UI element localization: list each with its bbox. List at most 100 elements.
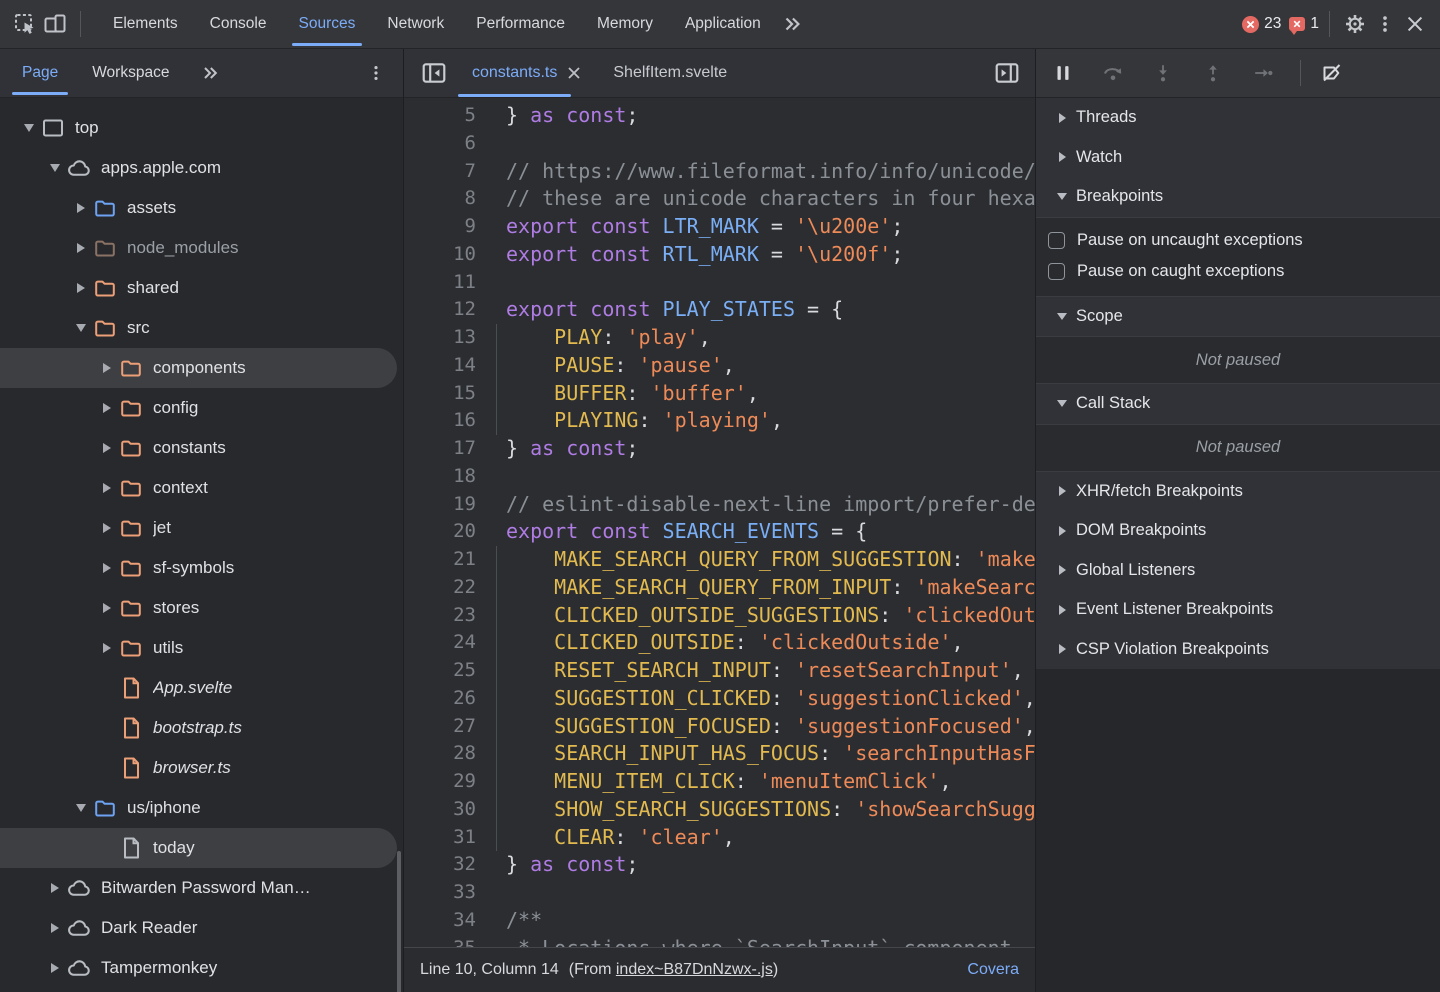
chevron-down-icon[interactable] [70,324,92,332]
line-number[interactable]: 15 [404,380,492,408]
code-line-6[interactable]: 6 [404,130,1035,158]
editor-tab-shelfitem.svelte[interactable]: ShelfItem.svelte [597,49,743,97]
chevron-right-icon[interactable] [96,483,118,493]
line-number[interactable]: 34 [404,907,492,935]
tab-elements[interactable]: Elements [100,0,191,48]
code-line-33[interactable]: 33 [404,879,1035,907]
tree-item-components[interactable]: components [0,348,397,388]
line-number[interactable]: 21 [404,546,492,574]
code-line-13[interactable]: 13 PLAY: 'play', [404,324,1035,352]
line-number[interactable]: 25 [404,657,492,685]
section-call-stack[interactable]: Call Stack [1036,384,1440,424]
tree-item-dark-reader[interactable]: Dark Reader [0,908,403,948]
line-number[interactable]: 27 [404,713,492,741]
line-number[interactable]: 20 [404,518,492,546]
code-line-7[interactable]: 7 // https://www.fileformat.info/info/uni… [404,158,1035,186]
editor-tab-constants.ts[interactable]: constants.ts [456,49,597,97]
navigator-tab-page[interactable]: Page [12,49,69,97]
chevron-right-icon[interactable] [44,923,66,933]
section-csp-violation-breakpoints[interactable]: CSP Violation Breakpoints [1036,629,1440,669]
coverage-link[interactable]: Covera [967,961,1019,979]
code-line-29[interactable]: 29 MENU_ITEM_CLICK: 'menuItemClick', [404,768,1035,796]
code-line-19[interactable]: 19 // eslint-disable-next-line import/pre… [404,491,1035,519]
line-number[interactable]: 24 [404,629,492,657]
navigator-tab-workspace[interactable]: Workspace [82,49,179,97]
chevron-right-icon[interactable] [1050,152,1074,163]
line-number[interactable]: 13 [404,324,492,352]
line-number[interactable]: 31 [404,824,492,852]
step-into-icon[interactable] [1150,60,1176,86]
line-number[interactable]: 22 [404,574,492,602]
code-line-31[interactable]: 31 CLEAR: 'clear', [404,823,1035,852]
line-number[interactable]: 28 [404,740,492,768]
tree-item-config[interactable]: config [0,388,403,428]
navigator-kebab-icon[interactable] [361,58,391,88]
chevron-down-icon[interactable] [70,804,92,812]
line-number[interactable]: 5 [404,102,492,130]
tree-item-bitwarden-password-man-[interactable]: Bitwarden Password Man… [0,868,403,908]
chevron-down-icon[interactable] [18,124,40,132]
code-line-26[interactable]: 26 SUGGESTION_CLICKED: 'suggestionClicke… [404,684,1035,713]
code-line-15[interactable]: 15 BUFFER: 'buffer', [404,379,1035,408]
line-number[interactable]: 17 [404,435,492,463]
chevron-down-icon[interactable] [1050,312,1074,320]
code-line-35[interactable]: 35 * Locations where `SearchInput` compo… [404,935,1035,948]
line-number[interactable]: 14 [404,352,492,380]
deactivate-breakpoints-icon[interactable] [1319,60,1345,86]
tree-item-apps-apple-com[interactable]: apps.apple.com [0,148,403,188]
line-number[interactable]: 30 [404,796,492,824]
line-number[interactable]: 18 [404,463,492,491]
more-tabs-icon[interactable] [777,9,807,39]
tree-item-bootstrap-ts[interactable]: bootstrap.ts [0,708,403,748]
tree-item-node-modules[interactable]: node_modules [0,228,403,268]
tree-item-constants[interactable]: constants [0,428,403,468]
settings-gear-icon[interactable] [1340,9,1370,39]
line-number[interactable]: 19 [404,491,492,519]
tree-item-today[interactable]: today [0,828,397,868]
code-editor[interactable]: 5} as const; 6 7 // https://www.fileformat.… [404,98,1035,947]
tab-sources[interactable]: Sources [286,0,369,48]
code-line-12[interactable]: 12 export const PLAY_STATES = { [404,296,1035,324]
code-line-21[interactable]: 21 MAKE_SEARCH_QUERY_FROM_SUGGESTION: 'm… [404,546,1035,574]
tree-item-us-iphone[interactable]: us/iphone [0,788,403,828]
chevron-right-icon[interactable] [96,523,118,533]
section-threads[interactable]: Threads [1036,98,1440,138]
chevron-down-icon[interactable] [1050,400,1074,408]
line-number[interactable]: 33 [404,879,492,907]
tab-network[interactable]: Network [374,0,457,48]
chevron-right-icon[interactable] [70,283,92,293]
line-number[interactable]: 23 [404,602,492,630]
code-line-14[interactable]: 14 PAUSE: 'pause', [404,351,1035,380]
line-number[interactable]: 16 [404,407,492,435]
issue-count-badge[interactable]: 1 [1289,15,1319,35]
chevron-right-icon[interactable] [1050,525,1074,536]
code-line-17[interactable]: 17} as const; [404,435,1035,463]
device-toolbar-icon[interactable] [40,9,70,39]
section-watch[interactable]: Watch [1036,137,1440,177]
code-line-32[interactable]: 32} as const; [404,851,1035,879]
line-number[interactable]: 35 [404,935,492,948]
code-line-16[interactable]: 16 PLAYING: 'playing', [404,407,1035,435]
chevron-right-icon[interactable] [1050,604,1074,615]
code-line-24[interactable]: 24 CLICKED_OUTSIDE: 'clickedOutside', [404,629,1035,657]
breakpoint-option-row[interactable]: Pause on caught exceptions [1036,256,1440,287]
show-debugger-sidebar-icon[interactable] [991,57,1023,89]
chevron-right-icon[interactable] [44,963,66,973]
tree-item-stores[interactable]: stores [0,588,403,628]
chevron-right-icon[interactable] [44,883,66,893]
line-number[interactable]: 9 [404,213,492,241]
kebab-menu-icon[interactable] [1370,9,1400,39]
code-line-25[interactable]: 25 RESET_SEARCH_INPUT: 'resetSearchInput… [404,657,1035,685]
line-number[interactable]: 7 [404,158,492,186]
tree-item-sf-symbols[interactable]: sf-symbols [0,548,403,588]
code-line-10[interactable]: 10 export const RTL_MARK = '\u200f'; [404,241,1035,269]
source-map-link[interactable]: index~B87DnNzwx-.js [616,961,773,978]
error-count-badge[interactable]: 23 [1242,15,1281,33]
tab-application[interactable]: Application [672,0,774,48]
code-line-23[interactable]: 23 CLICKED_OUTSIDE_SUGGESTIONS: 'clicked… [404,601,1035,630]
tree-item-src[interactable]: src [0,308,403,348]
step-over-icon[interactable] [1100,60,1126,86]
chevron-down-icon[interactable] [1050,193,1074,201]
chevron-right-icon[interactable] [96,643,118,653]
code-line-30[interactable]: 30 SHOW_SEARCH_SUGGESTIONS: 'showSearchS… [404,795,1035,824]
